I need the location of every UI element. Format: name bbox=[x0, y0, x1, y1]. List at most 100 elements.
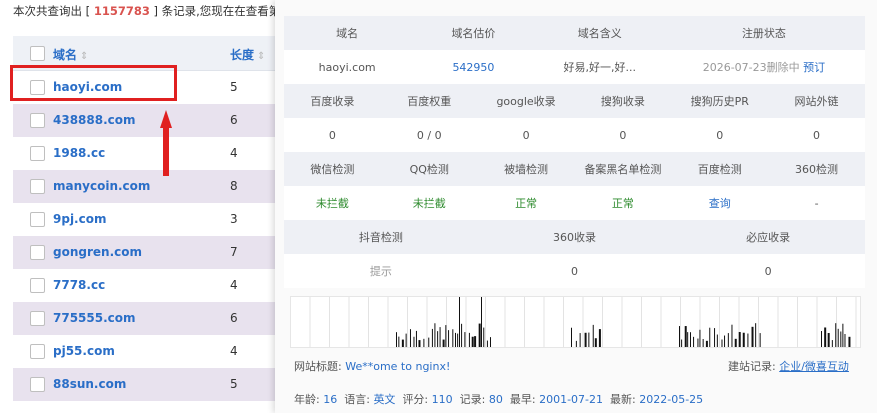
chart-bar bbox=[439, 327, 441, 347]
record-line: 建站记录: 企业/微喜互动 bbox=[728, 360, 849, 373]
detail-row-val-4: 提示 0 0 bbox=[284, 254, 865, 288]
chart-bar bbox=[396, 332, 397, 347]
blacklist-check: 正常 bbox=[611, 197, 634, 210]
chart-bar bbox=[468, 332, 470, 347]
select-all-checkbox[interactable] bbox=[30, 46, 45, 61]
chart-bar bbox=[702, 339, 704, 347]
row-checkbox[interactable] bbox=[30, 344, 45, 359]
row-checkbox[interactable] bbox=[30, 311, 45, 326]
row-checkbox[interactable] bbox=[30, 278, 45, 293]
domain-link[interactable]: pj55.com bbox=[53, 344, 115, 358]
sort-icon[interactable]: ⇕ bbox=[80, 51, 88, 62]
chart-bar bbox=[842, 323, 844, 347]
chart-bar bbox=[840, 331, 842, 347]
wall-check: 正常 bbox=[515, 197, 538, 210]
column-domain[interactable]: 域名 ⇕ bbox=[53, 46, 88, 63]
domain-link[interactable]: 438888.com bbox=[53, 113, 136, 127]
chart-bar bbox=[693, 336, 695, 347]
table-row: 775555.com 6 bbox=[13, 302, 277, 335]
chart-bar bbox=[398, 336, 400, 347]
domain-length: 8 bbox=[230, 179, 238, 193]
wechat-check: 未拦截 bbox=[315, 197, 349, 210]
domain-link[interactable]: 7778.cc bbox=[53, 278, 105, 292]
chart-bar bbox=[437, 331, 439, 347]
row-checkbox[interactable] bbox=[30, 377, 45, 392]
detail-row-head-2: 百度收录 百度权重 google收录 搜狗收录 搜狗历史PR 网站外链 bbox=[284, 84, 865, 118]
chart-bar bbox=[824, 327, 827, 347]
chart-bar bbox=[697, 338, 699, 347]
domain-length: 3 bbox=[230, 212, 238, 226]
row-checkbox[interactable] bbox=[30, 212, 45, 227]
chart-bar bbox=[486, 340, 488, 347]
detail-domain: haoyi.com bbox=[318, 60, 376, 74]
domain-detail-panel: 域名 域名估价 域名含义 注册状态 haoyi.com 542950 好易,好一… bbox=[275, 0, 877, 413]
chart-bar bbox=[457, 333, 459, 347]
chart-bar bbox=[452, 329, 454, 347]
chart-bar bbox=[827, 333, 830, 347]
domain-length: 5 bbox=[230, 80, 238, 94]
chart-bar bbox=[705, 340, 708, 347]
chart-bar bbox=[684, 326, 687, 347]
domain-link[interactable]: 1988.cc bbox=[53, 146, 105, 160]
check-360: - bbox=[814, 196, 819, 210]
chart-bar bbox=[474, 336, 477, 347]
chart-bar bbox=[434, 323, 436, 347]
chart-bar bbox=[579, 333, 581, 347]
chart-bar bbox=[464, 332, 466, 347]
table-row: pj55.com 4 bbox=[13, 335, 277, 368]
chart-bar bbox=[747, 333, 749, 347]
chart-bar bbox=[459, 297, 460, 347]
table-row: 88sun.com 5 bbox=[13, 368, 277, 401]
record-link[interactable]: 企业/微喜互动 bbox=[779, 360, 849, 373]
chart-bar bbox=[401, 339, 404, 347]
douyin-check-hint[interactable]: 提示 bbox=[284, 263, 478, 279]
chart-bar bbox=[755, 323, 757, 347]
domain-length: 5 bbox=[230, 377, 238, 391]
chart-bar bbox=[716, 334, 718, 347]
reserve-link[interactable]: 预订 bbox=[803, 61, 825, 74]
table-row: 9pj.com 3 bbox=[13, 203, 277, 236]
domain-length: 4 bbox=[230, 344, 238, 358]
detail-row-head-1: 域名 域名估价 域名含义 注册状态 bbox=[284, 16, 865, 50]
row-checkbox[interactable] bbox=[30, 113, 45, 128]
chart-bar bbox=[831, 340, 833, 347]
column-length[interactable]: 长度 ⇕ bbox=[230, 46, 265, 63]
chart-bar bbox=[709, 327, 711, 347]
detail-row-head-4: 抖音检测 360收录 必应收录 bbox=[284, 220, 865, 254]
site-title-line: 网站标题: We**ome to nginx! bbox=[294, 360, 451, 373]
chart-bar bbox=[679, 326, 680, 347]
domain-link[interactable]: gongren.com bbox=[53, 245, 142, 259]
chart-bar bbox=[844, 333, 846, 347]
detail-grid: 域名 域名估价 域名含义 注册状态 haoyi.com 542950 好易,好一… bbox=[284, 16, 865, 288]
row-checkbox[interactable] bbox=[30, 179, 45, 194]
qq-check: 未拦截 bbox=[412, 197, 446, 210]
domain-length: 6 bbox=[230, 311, 238, 325]
baidu-check-link[interactable]: 查询 bbox=[671, 195, 768, 211]
domain-price-link[interactable]: 542950 bbox=[410, 61, 536, 74]
chart-bar bbox=[759, 333, 761, 347]
domain-link[interactable]: 9pj.com bbox=[53, 212, 106, 226]
chart-bar bbox=[483, 327, 485, 347]
result-count: 1157783 bbox=[93, 4, 150, 18]
table-row: 7778.cc 4 bbox=[13, 269, 277, 302]
chart-bar bbox=[423, 338, 425, 347]
row-checkbox[interactable] bbox=[30, 146, 45, 161]
sort-icon[interactable]: ⇕ bbox=[257, 51, 265, 62]
chart-bar bbox=[699, 329, 701, 347]
domain-length: 6 bbox=[230, 113, 238, 127]
chart-bar bbox=[489, 337, 491, 347]
chart-bar bbox=[454, 332, 456, 347]
domain-link[interactable]: 775555.com bbox=[53, 311, 136, 325]
chart-bar bbox=[681, 339, 683, 347]
chart-bar bbox=[689, 332, 691, 347]
chart-bar bbox=[594, 338, 597, 347]
chart-bar bbox=[415, 330, 417, 347]
domain-link[interactable]: manycoin.com bbox=[53, 179, 150, 193]
chart-bar bbox=[848, 336, 851, 347]
chart-bar bbox=[481, 297, 482, 347]
row-checkbox[interactable] bbox=[30, 245, 45, 260]
domain-link[interactable]: 88sun.com bbox=[53, 377, 126, 391]
chart-bar bbox=[448, 330, 450, 347]
highlight-box bbox=[10, 65, 177, 101]
chart-bar bbox=[742, 332, 745, 347]
